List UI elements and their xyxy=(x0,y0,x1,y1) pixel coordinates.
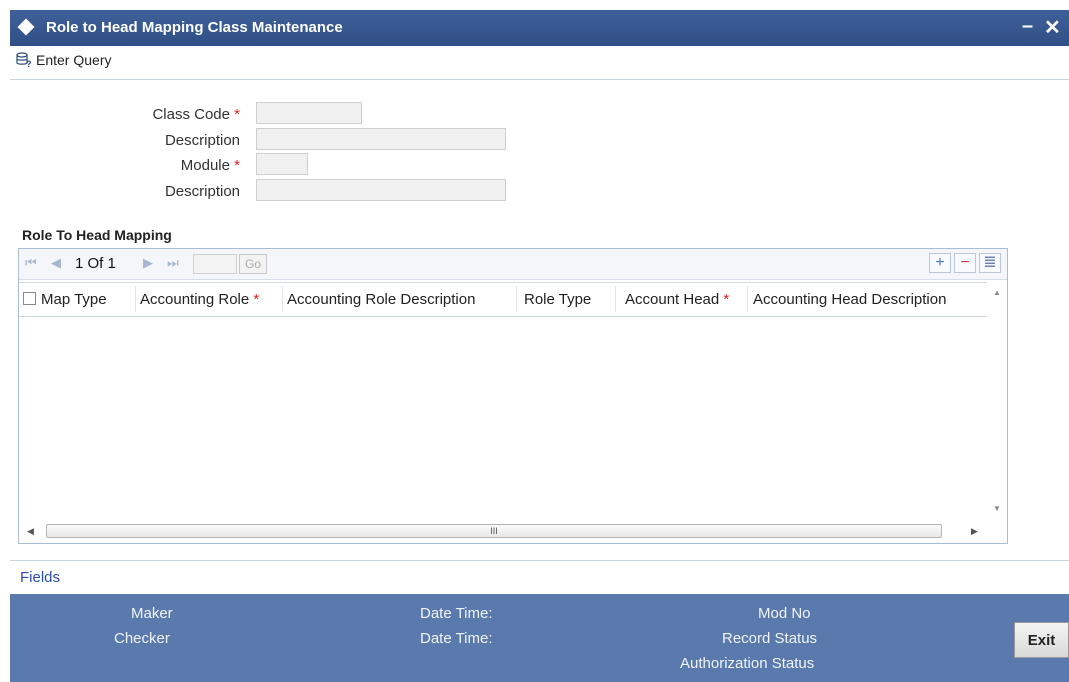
class-code-label: Class Code * xyxy=(152,106,240,123)
column-header: Accounting Role * xyxy=(140,291,260,308)
last-page-icon[interactable]: ⏭ xyxy=(167,255,179,271)
add-row-button[interactable]: + xyxy=(929,253,951,273)
required-marker: * xyxy=(234,157,240,174)
minimize-button[interactable]: – xyxy=(1022,15,1033,38)
module-description-field[interactable] xyxy=(256,179,506,201)
column-divider xyxy=(516,286,517,312)
toolbar: ? Enter Query xyxy=(10,46,1069,80)
grid-pager: ⏮ ◀ 1 Of 1 ▶ ⏭ Go + − ≣ xyxy=(19,249,1007,280)
scroll-left-icon[interactable]: ◀ xyxy=(27,526,34,537)
page-indicator: 1 Of 1 xyxy=(75,255,116,272)
window-titlebar: Role to Head Mapping Class Maintenance –… xyxy=(10,10,1069,46)
page-number-input[interactable] xyxy=(193,254,237,274)
delete-row-button[interactable]: − xyxy=(954,253,976,273)
exit-button[interactable]: Exit xyxy=(1014,622,1069,658)
single-view-button[interactable]: ≣ xyxy=(979,253,1001,273)
select-all-checkbox[interactable] xyxy=(23,292,36,305)
section-title: Role To Head Mapping xyxy=(22,227,172,243)
scroll-right-icon[interactable]: ▶ xyxy=(971,526,978,537)
authorization-status-label: Authorization Status xyxy=(680,655,815,672)
audit-footer: Maker Checker Date Time: Date Time: Mod … xyxy=(10,594,1069,682)
fields-bar: Fields xyxy=(10,560,1069,594)
diamond-icon xyxy=(17,18,35,36)
column-header: Map Type xyxy=(41,291,107,308)
class-code-field[interactable] xyxy=(256,102,362,124)
checker-label: Checker xyxy=(114,630,170,647)
close-button[interactable]: ✕ xyxy=(1044,15,1061,40)
scroll-down-icon[interactable]: ▼ xyxy=(993,504,1001,513)
module-field[interactable] xyxy=(256,153,308,175)
next-page-icon[interactable]: ▶ xyxy=(143,255,153,271)
fields-link[interactable]: Fields xyxy=(20,569,60,586)
record-status-label: Record Status xyxy=(722,630,818,647)
column-divider xyxy=(615,286,616,312)
column-header: Role Type xyxy=(524,291,592,308)
column-divider xyxy=(747,286,748,312)
window-title: Role to Head Mapping Class Maintenance xyxy=(46,19,343,36)
description-label: Description xyxy=(164,132,240,149)
vertical-scrollbar[interactable]: ▲ ▼ xyxy=(987,282,1007,522)
column-divider xyxy=(282,286,283,312)
query-icon: ? xyxy=(16,52,32,69)
table-header: Map Type Accounting Role * Accounting Ro… xyxy=(19,282,1007,317)
mod-no-label: Mod No xyxy=(758,605,811,622)
checker-date-time-label: Date Time: xyxy=(420,630,493,647)
column-divider xyxy=(135,286,136,312)
required-marker: * xyxy=(234,106,240,123)
horizontal-scrollbar[interactable]: ◀ III ▶ xyxy=(19,521,987,543)
class-description-field[interactable] xyxy=(256,128,506,150)
scroll-up-icon[interactable]: ▲ xyxy=(993,288,1001,297)
svg-text:?: ? xyxy=(26,59,32,68)
maker-date-time-label: Date Time: xyxy=(420,605,493,622)
scroll-thumb[interactable]: III xyxy=(46,524,942,538)
first-page-icon[interactable]: ⏮ xyxy=(25,255,37,271)
enter-query-label: Enter Query xyxy=(36,52,112,68)
column-header: Accounting Role Description xyxy=(287,291,476,308)
maker-label: Maker xyxy=(131,605,173,622)
enter-query-button[interactable]: ? Enter Query xyxy=(16,52,112,69)
role-head-mapping-grid: ⏮ ◀ 1 Of 1 ▶ ⏭ Go + − ≣ Map Type Account… xyxy=(18,248,1008,544)
module-label: Module * xyxy=(180,157,240,174)
column-header: Account Head * xyxy=(625,291,730,308)
go-button[interactable]: Go xyxy=(239,254,267,274)
module-description-label: Description xyxy=(164,183,240,200)
column-header: Accounting Head Description xyxy=(753,291,947,308)
previous-page-icon[interactable]: ◀ xyxy=(51,255,61,271)
